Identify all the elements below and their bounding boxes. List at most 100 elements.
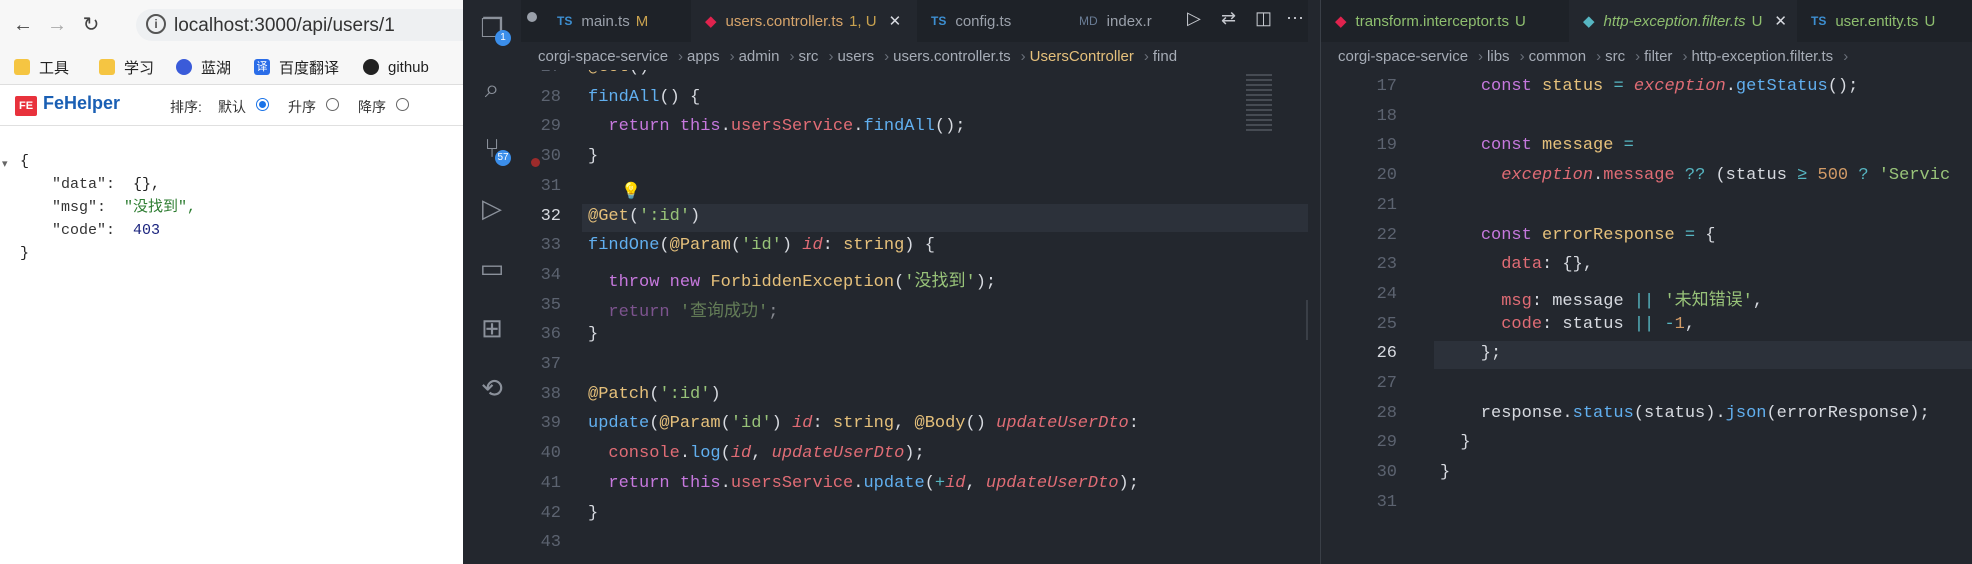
sort-label: 排序: [170,99,202,115]
line-number: 17 [1376,77,1397,96]
run-icon[interactable]: ▷ [1187,8,1201,29]
breadcrumb-segment[interactable]: corgi-space-service [538,48,668,65]
tab-http-exception-filter[interactable]: ◆ http-exception.filter.ts U ✕ [1569,0,1797,42]
breadcrumb-segment[interactable]: users [837,48,874,65]
nestjs-icon: ◆ [1583,13,1595,30]
lightbulb-icon[interactable]: 💡 [621,181,641,201]
line-number: 28 [540,87,561,107]
code-line[interactable]: @Get(':id') [588,207,700,226]
breadcrumb-segment[interactable]: src [798,48,818,65]
close-icon[interactable]: ✕ [889,12,902,30]
code-line[interactable]: update(@Param('id') id: string, @Body() … [588,414,1139,433]
explorer-icon[interactable]: ❐ 1 [463,6,521,50]
typescript-icon: TS [557,14,573,28]
code-line[interactable]: const errorResponse = { [1440,226,1716,245]
code-line[interactable]: const status = exception.getStatus(); [1440,77,1859,96]
breadcrumb-segment[interactable]: apps [687,48,720,65]
sort-desc-radio[interactable] [396,98,409,111]
breadcrumb-segment[interactable]: http-exception.filter.ts [1691,48,1833,65]
run-debug-icon[interactable]: ▷ [463,186,521,230]
bookmark-item[interactable]: github [363,56,429,78]
scrollbar[interactable] [1306,300,1308,340]
tab-index-md[interactable]: MD index.r [1065,0,1191,42]
code-line[interactable]: @Get() [588,70,649,77]
close-icon[interactable]: ✕ [1774,12,1787,30]
bookmark-item[interactable]: 工具 [14,56,69,78]
code-line[interactable]: } [1440,433,1470,452]
search-icon[interactable]: ⌕ [463,66,521,110]
folder-icon [99,59,115,75]
line-number: 27 [521,70,561,77]
line-number: 37 [540,355,561,374]
extensions-icon[interactable]: ⊞ [463,306,521,350]
code-line[interactable]: throw new ForbiddenException('没找到'); [588,266,996,292]
site-info-icon[interactable]: i [146,14,166,34]
code-line[interactable]: findAll() { [588,88,700,107]
bookmark-item[interactable]: 学习 [99,56,154,78]
right-code-editor[interactable]: 17 const status = exception.getStatus();… [1321,70,1972,564]
back-icon[interactable]: ← [10,12,36,38]
remote-explorer-icon[interactable]: ▭ [463,246,521,290]
code-line[interactable]: return this.usersService.findAll(); [588,117,965,136]
sort-asc-radio[interactable] [326,98,339,111]
code-line[interactable]: exception.message ?? (status ≥ 500 ? 'Se… [1440,166,1950,185]
line-number: 42 [540,503,561,523]
right-tab-bar: ◆ transform.interceptor.ts U ◆ http-excepti… [1321,0,1972,42]
bookmark-item[interactable]: 蓝湖 [176,56,231,78]
code-line[interactable]: findOne(@Param('id') id: string) { [588,236,935,255]
url-text[interactable]: localhost:3000/api/users/1 [174,15,395,37]
code-line[interactable]: } [588,147,598,166]
breadcrumb-segment[interactable]: admin [739,48,780,65]
tab-config-ts[interactable]: TS config.ts [917,0,1065,42]
line-number: 41 [540,473,561,493]
code-line[interactable]: code: status || -1, [1440,315,1695,334]
breadcrumb-segment[interactable]: find [1153,48,1177,65]
tab-users-controller[interactable]: ◆ users.controller.ts 1, U ✕ [691,0,917,42]
minimap[interactable] [1240,70,1300,160]
breadcrumb-segment[interactable]: libs [1487,48,1510,65]
breakpoint-icon[interactable] [531,158,540,167]
reload-icon[interactable]: ↻ [78,12,104,38]
more-actions-icon[interactable]: ⋯ [1286,8,1304,29]
breadcrumb-segment[interactable]: UsersController [1030,48,1134,65]
code-line[interactable]: }; [1440,344,1501,363]
code-line[interactable]: msg: message || '未知错误', [1440,285,1763,311]
breadcrumb-segment[interactable]: corgi-space-service [1338,48,1468,65]
line-number: 22 [1376,225,1397,245]
code-line[interactable]: return '查询成功'; [588,296,778,322]
code-line[interactable]: } [1440,463,1450,482]
code-line[interactable]: return this.usersService.update(+id, upd… [588,474,1139,493]
left-code-editor[interactable]: 27 @Get() 28 findAll() {29 return this.user… [521,70,1308,564]
compare-changes-icon[interactable]: ⇄ [1221,8,1236,29]
line-number: 20 [1376,166,1397,186]
breadcrumb-segment[interactable]: users.controller.ts [893,48,1011,65]
code-line[interactable]: data: {}, [1440,255,1593,274]
bookmark-item[interactable]: 译百度翻译 [254,56,339,78]
code-line[interactable]: response.status(status).json(errorRespon… [1440,404,1930,423]
fehelper-toolbar: FE FeHelper 排序: 默认 升序 降序 [0,85,463,126]
tab-main-ts[interactable]: TS main.ts M [543,0,691,42]
activity-bar: ❐ 1 ⌕ ⑂ 57 ▷ ▭ ⊞ ⟲ [463,0,521,564]
tab-transform-interceptor[interactable]: ◆ transform.interceptor.ts U [1321,0,1569,42]
address-bar[interactable]: i localhost:3000/api/users/1 [136,9,466,41]
code-line[interactable]: const message = [1440,136,1634,155]
split-editor-icon[interactable]: ◫ [1255,8,1272,29]
source-control-icon[interactable]: ⑂ 57 [463,126,521,170]
code-line[interactable]: @Patch(':id') [588,385,721,404]
json-key: "msg": [52,199,125,216]
tab-user-entity[interactable]: TS user.entity.ts U [1797,0,1972,42]
code-line[interactable]: } [588,504,598,523]
unsaved-dot-icon[interactable] [527,12,537,22]
gitlens-icon[interactable]: ⟲ [463,366,521,410]
sort-default-radio[interactable] [256,98,269,111]
breadcrumb-segment[interactable]: filter [1644,48,1672,65]
line-number: 33 [540,236,561,256]
breadcrumb-segment[interactable]: src [1605,48,1625,65]
sort-option-label: 默认 [218,99,246,115]
code-line[interactable]: } [588,325,598,344]
forward-icon[interactable]: → [44,12,70,38]
line-number: 31 [540,176,561,196]
code-line[interactable]: console.log(id, updateUserDto); [588,444,924,463]
collapse-caret-icon[interactable]: ▾ [2,157,8,170]
breadcrumb-segment[interactable]: common [1529,48,1587,65]
